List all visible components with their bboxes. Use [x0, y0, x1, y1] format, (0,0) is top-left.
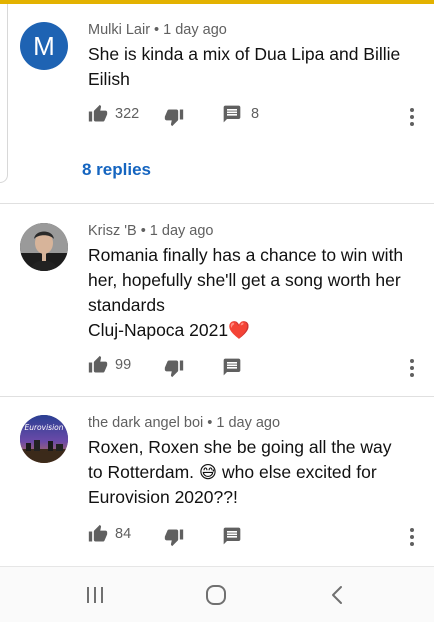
more-vert-icon	[410, 528, 414, 546]
dislike-icon	[164, 360, 184, 378]
more-vert-icon	[410, 359, 414, 377]
comment-line: Romania finally has a chance to win with	[88, 245, 404, 265]
comment-author[interactable]: Mulki Lair	[88, 22, 150, 38]
more-vert-icon	[410, 108, 414, 126]
reply-button[interactable]	[222, 526, 242, 546]
avatar[interactable]	[20, 223, 68, 271]
top-accent-bar	[0, 0, 434, 4]
like-button[interactable]: 84	[88, 524, 131, 544]
like-count: 322	[115, 106, 140, 122]
dislike-button[interactable]	[164, 358, 184, 378]
reply-count: 8	[251, 106, 260, 122]
like-icon	[88, 355, 108, 373]
reply-icon	[223, 358, 241, 376]
recent-apps-button[interactable]	[83, 583, 107, 607]
avatar[interactable]: Eurovision	[20, 415, 68, 463]
reply-button[interactable]: 8	[222, 104, 259, 124]
back-button[interactable]	[326, 583, 350, 607]
system-nav-bar	[0, 566, 434, 622]
divider	[0, 396, 434, 397]
like-button[interactable]: 322	[88, 104, 139, 124]
recent-apps-icon	[87, 587, 103, 603]
comment-age: 1 day ago	[216, 415, 281, 431]
reply-button[interactable]	[222, 357, 242, 377]
comment-meta: Mulki Lair • 1 day ago	[88, 22, 227, 38]
comment-meta: Krisz 'B • 1 day ago	[88, 223, 214, 239]
comment-line: Eilish	[88, 69, 130, 89]
like-button[interactable]: 99	[88, 355, 131, 375]
comment-line: Roxen, Roxen she be going all the way	[88, 437, 392, 457]
comment-line: her, hopefully she'll get a song worth h…	[88, 270, 401, 290]
reply-icon	[223, 527, 241, 545]
comment-author[interactable]: the dark angel boi	[88, 415, 203, 431]
home-icon	[206, 585, 226, 605]
thread-border	[0, 4, 8, 183]
dislike-icon	[164, 109, 184, 127]
avatar-text: Eurovision	[24, 423, 63, 432]
dislike-icon	[164, 529, 184, 547]
more-options-button[interactable]	[403, 106, 421, 130]
comment-line: to Rotterdam. 😅 who else excited for	[88, 462, 377, 482]
divider	[0, 203, 434, 204]
comment-line: She is kinda a mix of Dua Lipa and Billi…	[88, 44, 401, 64]
like-icon	[88, 104, 108, 122]
comment-author[interactable]: Krisz 'B	[88, 223, 137, 239]
eurovision-logo-icon: Eurovision	[20, 415, 68, 463]
comment-actions: 84	[88, 524, 428, 548]
like-count: 84	[115, 526, 132, 542]
comment-line: standards	[88, 295, 165, 315]
comment-line: Cluj-Napoca 2021❤️	[88, 320, 250, 340]
back-icon	[332, 586, 342, 604]
dislike-button[interactable]	[164, 527, 184, 547]
sweat-smile-emoji: 😅	[198, 462, 218, 482]
comment-line: Eurovision 2020??!	[88, 487, 238, 507]
comment-meta: the dark angel boi • 1 day ago	[88, 415, 281, 431]
comment-age: 1 day ago	[149, 223, 214, 239]
comment-text: She is kinda a mix of Dua Lipa and Billi…	[88, 42, 408, 92]
comments-page: M Mulki Lair • 1 day ago She is kinda a mi…	[0, 0, 434, 622]
comment-actions: 99	[88, 355, 428, 379]
comment-text: Roxen, Roxen she be going all the way to…	[88, 435, 408, 510]
like-icon	[88, 524, 108, 542]
comment-age: 1 day ago	[163, 22, 227, 38]
avatar[interactable]: M	[20, 22, 68, 70]
reply-icon	[223, 105, 241, 123]
more-options-button[interactable]	[403, 526, 421, 550]
heart-emoji: ❤️	[228, 320, 250, 340]
comment-text: Romania finally has a chance to win with…	[88, 243, 408, 343]
view-replies-link[interactable]: 8 replies	[82, 160, 151, 180]
comment-actions: 322 8	[88, 104, 428, 128]
like-count: 99	[115, 357, 132, 373]
dislike-button[interactable]	[164, 107, 184, 127]
more-options-button[interactable]	[403, 357, 421, 381]
profile-photo-icon	[20, 223, 68, 271]
avatar-letter: M	[33, 31, 55, 61]
home-button[interactable]	[204, 583, 228, 607]
